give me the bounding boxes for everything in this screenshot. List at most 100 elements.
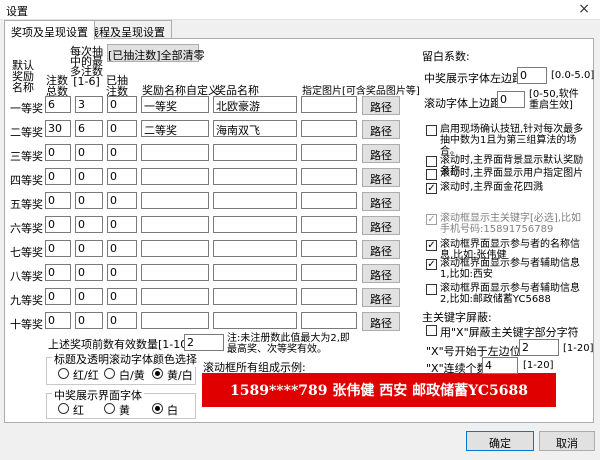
prize-per-draw-input[interactable]: 0 [75, 216, 103, 233]
prize-per-draw-input[interactable]: 0 [75, 240, 103, 257]
valid-count-input[interactable]: 2 [184, 334, 224, 351]
prize-per-draw-input[interactable]: 3 [75, 96, 103, 113]
prize-name-input[interactable] [213, 264, 297, 281]
top-margin-input[interactable]: 0 [497, 91, 525, 108]
prize-picture-input[interactable] [301, 168, 357, 185]
prize-drawn-input[interactable]: 0 [107, 120, 137, 137]
prize-picture-input[interactable] [301, 144, 357, 161]
prize-total-input[interactable]: 0 [45, 216, 71, 233]
prize-total-input[interactable]: 0 [45, 168, 71, 185]
mask-checkbox[interactable] [426, 325, 437, 336]
prize-name-input[interactable]: 北欧豪游 [213, 96, 297, 113]
prize-picture-input[interactable] [301, 312, 357, 329]
prize-total-input[interactable]: 0 [45, 264, 71, 281]
path-button[interactable]: 路径 [362, 144, 400, 163]
prize-name-input[interactable] [213, 192, 297, 209]
prize-custom-name-input[interactable]: 一等奖 [141, 96, 209, 113]
prize-name-input[interactable] [213, 168, 297, 185]
prize-per-draw-input[interactable]: 0 [75, 144, 103, 161]
prize-picture-input[interactable] [301, 96, 357, 113]
mask-count-input[interactable]: 4 [482, 357, 518, 374]
ok-button[interactable]: 确定 [466, 431, 534, 451]
prize-picture-input[interactable] [301, 192, 357, 209]
prize-name-input[interactable] [213, 144, 297, 161]
path-button[interactable]: 路径 [362, 192, 400, 211]
tab-prize-settings[interactable]: 奖项及呈现设置 [4, 20, 95, 40]
prize-total-input[interactable]: 0 [45, 288, 71, 305]
prize-total-input[interactable]: 0 [45, 312, 71, 329]
prize-drawn-input[interactable]: 0 [107, 168, 137, 185]
prize-picture-input[interactable] [301, 288, 357, 305]
mask-start-range: [1-20] [563, 343, 594, 354]
mask-title: 主关键字屏蔽: [422, 311, 492, 324]
winner-font-radio[interactable] [58, 403, 69, 414]
path-button[interactable]: 路径 [362, 120, 400, 139]
prize-custom-name-input[interactable] [141, 144, 209, 161]
prize-drawn-input[interactable]: 0 [107, 288, 137, 305]
mask-start-input[interactable]: 2 [519, 339, 559, 356]
prize-drawn-input[interactable]: 0 [107, 312, 137, 329]
prize-name-input[interactable] [213, 240, 297, 257]
option-checkbox[interactable]: ✓ [426, 183, 437, 194]
prize-custom-name-input[interactable] [141, 240, 209, 257]
path-button[interactable]: 路径 [362, 312, 400, 331]
path-button[interactable]: 路径 [362, 168, 400, 187]
option-checkbox[interactable] [426, 156, 437, 167]
prize-custom-name-input[interactable] [141, 168, 209, 185]
prize-custom-name-input[interactable] [141, 192, 209, 209]
clear-drawn-button[interactable]: [已抽注数]全部清零 [107, 44, 205, 62]
prize-name-input[interactable] [213, 312, 297, 329]
prize-custom-name-input[interactable] [141, 216, 209, 233]
prize-total-input[interactable]: 6 [45, 96, 71, 113]
winner-font-radio[interactable] [104, 403, 115, 414]
prize-drawn-input[interactable]: 0 [107, 192, 137, 209]
prize-total-input[interactable]: 30 [45, 120, 71, 137]
prize-per-draw-input[interactable]: 0 [75, 312, 103, 329]
option-checkbox[interactable] [426, 284, 437, 295]
option-checkbox[interactable] [426, 169, 437, 180]
path-button[interactable]: 路径 [362, 240, 400, 259]
prize-custom-name-input[interactable] [141, 288, 209, 305]
prize-custom-name-input[interactable]: 二等奖 [141, 120, 209, 137]
prize-custom-name-input[interactable] [141, 264, 209, 281]
path-button[interactable]: 路径 [362, 264, 400, 283]
option-checkbox[interactable]: ✓ [426, 240, 437, 251]
top-margin-note: [0-50,软件重启生效] [529, 89, 579, 111]
left-margin-label: 中奖展示字体左边距: [424, 72, 527, 85]
path-button[interactable]: 路径 [362, 288, 400, 307]
title-color-radio[interactable] [58, 368, 69, 379]
title-color-radio[interactable] [152, 368, 163, 379]
prize-per-draw-input[interactable]: 0 [75, 192, 103, 209]
prize-row-name: 五等奖 [10, 198, 43, 211]
prize-picture-input[interactable] [301, 264, 357, 281]
prize-name-input[interactable] [213, 288, 297, 305]
option-checkbox[interactable] [426, 125, 437, 136]
prize-per-draw-input[interactable]: 6 [75, 120, 103, 137]
prize-picture-input[interactable] [301, 240, 357, 257]
option-checkbox[interactable]: ✓ [426, 259, 437, 270]
left-margin-input[interactable]: 0 [517, 67, 547, 84]
prize-per-draw-input[interactable]: 0 [75, 168, 103, 185]
prize-drawn-input[interactable]: 0 [107, 240, 137, 257]
prize-total-input[interactable]: 0 [45, 192, 71, 209]
path-button[interactable]: 路径 [362, 216, 400, 235]
winner-font-radio[interactable] [152, 403, 163, 414]
prize-custom-name-input[interactable] [141, 312, 209, 329]
prize-picture-input[interactable] [301, 216, 357, 233]
prize-per-draw-input[interactable]: 0 [75, 288, 103, 305]
prize-total-input[interactable]: 0 [45, 240, 71, 257]
prize-drawn-input[interactable]: 0 [107, 144, 137, 161]
title-color-radio[interactable] [104, 368, 115, 379]
path-button[interactable]: 路径 [362, 96, 400, 115]
prize-per-draw-input[interactable]: 0 [75, 264, 103, 281]
prize-name-input[interactable] [213, 216, 297, 233]
prize-name-input[interactable]: 海南双飞 [213, 120, 297, 137]
prize-drawn-input[interactable]: 0 [107, 216, 137, 233]
prize-drawn-input[interactable]: 0 [107, 96, 137, 113]
close-icon[interactable]: × [578, 1, 590, 17]
prize-drawn-input[interactable]: 0 [107, 264, 137, 281]
mask-check-label: 用"X"屏蔽主关键字部分字符 [440, 326, 579, 339]
prize-picture-input[interactable] [301, 120, 357, 137]
cancel-button[interactable]: 取消 [539, 431, 595, 451]
prize-total-input[interactable]: 0 [45, 144, 71, 161]
